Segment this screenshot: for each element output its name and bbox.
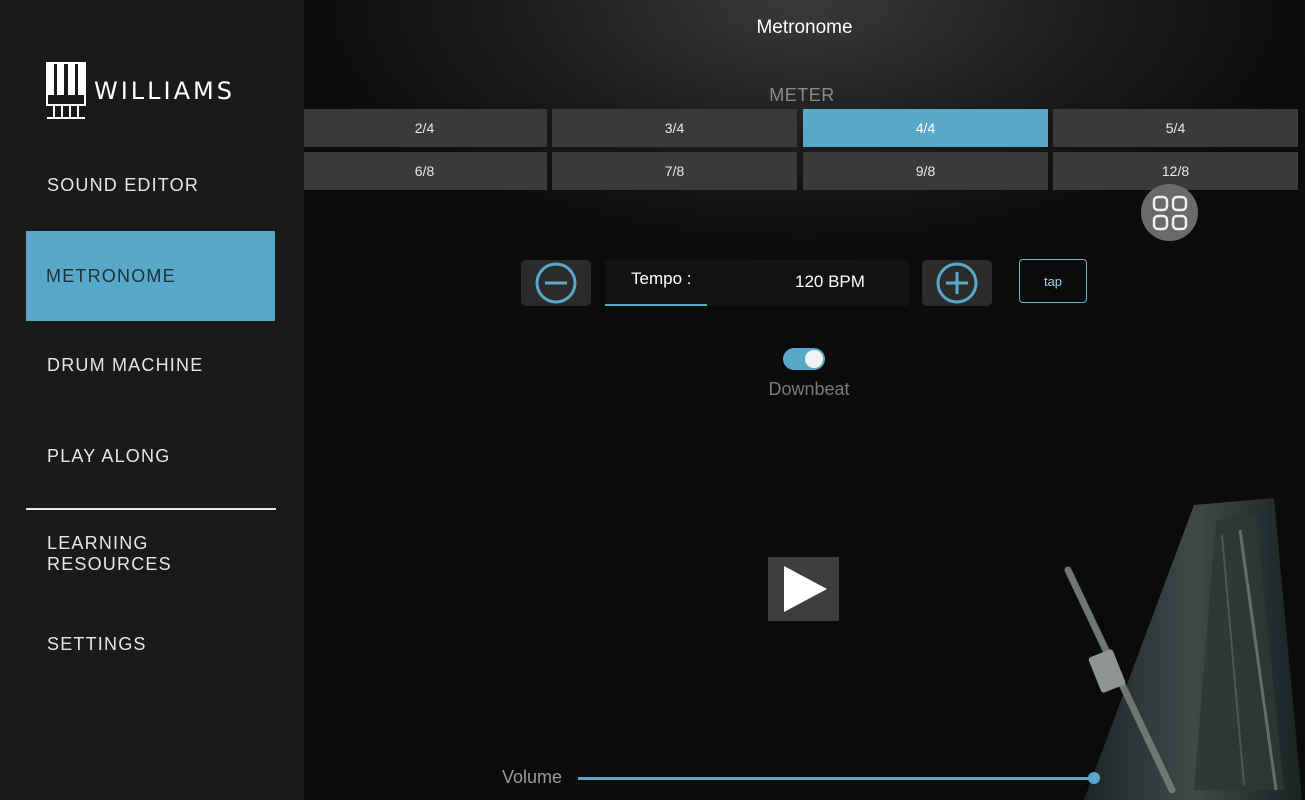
nav-item-play-along[interactable]: PLAY ALONG <box>26 411 275 501</box>
play-button[interactable] <box>768 557 839 621</box>
grid-icon <box>1152 195 1187 230</box>
metronome-panel: Metronome METER 2/4 3/4 4/4 5/4 6/8 7/8 … <box>304 0 1305 800</box>
meter-button-7-8[interactable]: 7/8 <box>552 152 797 190</box>
meter-button-4-4[interactable]: 4/4 <box>803 109 1048 147</box>
minus-circle-icon <box>535 262 577 304</box>
meter-button-5-4[interactable]: 5/4 <box>1053 109 1298 147</box>
nav-item-label: SETTINGS <box>47 633 147 654</box>
nav-item-label: METRONOME <box>46 265 176 286</box>
volume-label: Volume <box>502 767 563 787</box>
nav-item-label: DRUM MACHINE <box>47 354 204 375</box>
nav-item-label: LEARNING RESOURCES <box>47 533 172 574</box>
piano-keys-logo-icon <box>46 62 86 119</box>
meter-button-2-4[interactable]: 2/4 <box>304 109 547 147</box>
nav-item-label: PLAY ALONG <box>47 445 171 466</box>
sidebar: WILLIAMS SOUND EDITOR METRONOME DRUM MAC… <box>0 0 304 800</box>
tap-tempo-button[interactable]: tap <box>1019 259 1087 303</box>
volume-slider-track[interactable] <box>578 777 1094 780</box>
brand-name: WILLIAMS <box>94 77 235 105</box>
metronome-illustration <box>1064 498 1302 800</box>
nav-item-drum-machine[interactable]: DRUM MACHINE <box>26 320 275 410</box>
tempo-underline <box>605 304 707 306</box>
volume-slider-thumb[interactable] <box>1088 772 1100 784</box>
nav-item-metronome[interactable]: METRONOME <box>26 231 275 321</box>
nav-item-settings[interactable]: SETTINGS <box>26 599 275 689</box>
downbeat-label: Downbeat <box>768 379 850 399</box>
tempo-value: 120 BPM <box>795 272 865 291</box>
play-icon <box>783 566 827 612</box>
meter-section-label: METER <box>769 85 835 105</box>
page-title: Metronome <box>756 17 853 38</box>
tempo-label: Tempo : <box>631 269 692 288</box>
tempo-field[interactable]: Tempo : 120 BPM <box>605 260 909 306</box>
toggle-knob <box>805 350 823 368</box>
plus-circle-icon <box>936 262 978 304</box>
nav-item-sound-editor[interactable]: SOUND EDITOR <box>26 140 275 230</box>
nav-item-label: SOUND EDITOR <box>47 174 200 195</box>
nav-item-learning-resources[interactable]: LEARNING RESOURCES <box>26 509 275 599</box>
tempo-control: Tempo : 120 BPM <box>521 260 992 306</box>
meter-button-9-8[interactable]: 9/8 <box>803 152 1048 190</box>
meter-button-3-4[interactable]: 3/4 <box>552 109 797 147</box>
grid-menu-button[interactable] <box>1141 184 1198 241</box>
tempo-decrease-button[interactable] <box>521 260 591 306</box>
meter-button-6-8[interactable]: 6/8 <box>304 152 547 190</box>
tempo-increase-button[interactable] <box>922 260 992 306</box>
williams-logo: WILLIAMS <box>46 62 235 120</box>
downbeat-toggle[interactable] <box>783 348 825 370</box>
